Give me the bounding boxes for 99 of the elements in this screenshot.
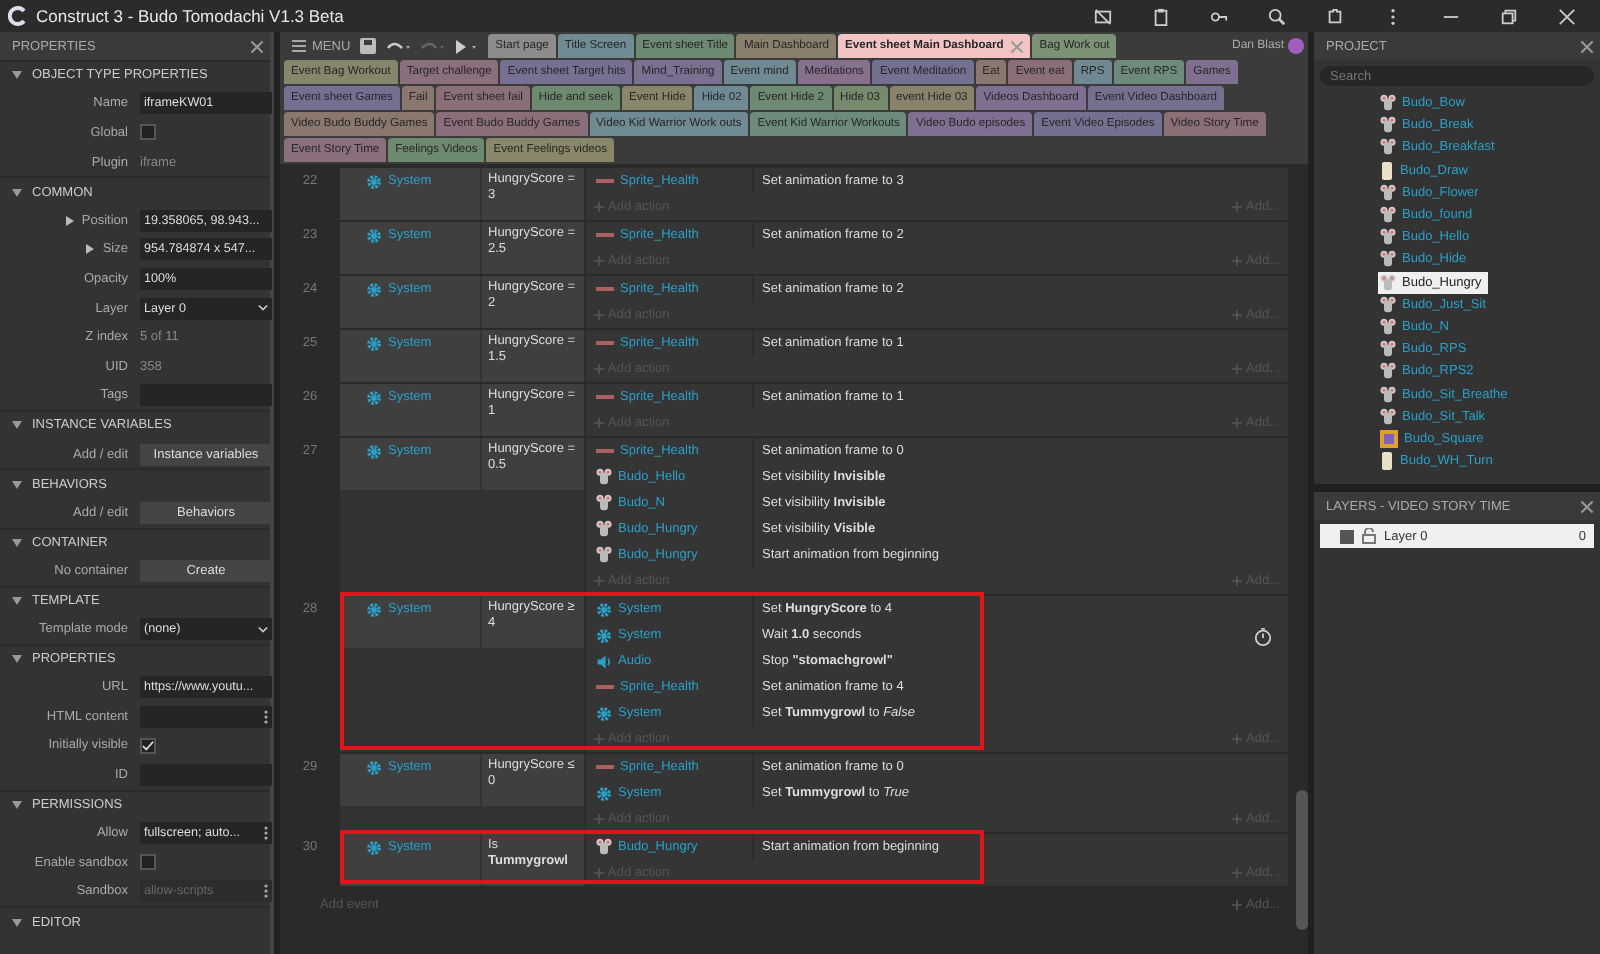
key-icon[interactable] [1210,7,1228,25]
plus-icon [594,576,604,586]
gear-icon [366,602,382,618]
gear-icon [366,336,382,352]
plus-icon [1232,576,1243,586]
figure-sprite-icon [1380,452,1394,471]
gear-icon [366,174,382,190]
line-sprite-icon [596,232,614,238]
line-sprite-icon [596,286,614,292]
mouse-sprite-icon [1380,295,1396,314]
plus-icon [594,418,604,428]
line-sprite-icon [596,394,614,400]
plus-icon [1232,364,1243,374]
gear-icon [596,785,612,801]
mouse-sprite-icon [1380,228,1396,247]
gear-icon [366,390,382,406]
plus-icon [1232,814,1243,824]
property-input[interactable] [140,384,272,407]
scrollbar-thumb[interactable] [1296,790,1308,930]
gear-icon [366,840,382,856]
mouse-sprite-icon [596,468,612,486]
mouse-sprite-icon [1380,407,1396,426]
mouse-sprite-icon [1380,94,1396,113]
lock-icon[interactable] [1362,528,1376,544]
plus-icon [594,202,604,212]
mouse-sprite-icon [1380,138,1396,157]
property-input[interactable] [140,705,272,728]
plus-icon [594,310,604,320]
property-input[interactable] [140,764,272,787]
plus-icon [594,868,604,878]
figure-sprite-icon [1380,161,1394,180]
gear-icon [366,228,382,244]
line-sprite-icon [596,448,614,454]
visibility-checkbox[interactable] [1340,529,1354,543]
mouse-sprite-icon [1380,206,1396,225]
menu-icon [292,40,306,52]
close-icon[interactable] [1580,39,1594,53]
property-checkbox[interactable] [140,737,156,754]
plus-icon [1232,900,1243,910]
undo-icon[interactable] [386,39,411,53]
mouse-sprite-icon [1380,250,1396,269]
plus-icon [594,256,604,266]
save-icon[interactable] [360,38,377,54]
collapse-triangle-icon[interactable] [12,70,22,81]
clipboard-icon[interactable] [1152,7,1170,25]
play-icon[interactable] [454,39,479,53]
property-checkbox[interactable] [140,854,156,871]
collapse-triangle-icon[interactable] [12,917,22,928]
collapse-triangle-icon[interactable] [12,479,22,490]
plus-icon [1232,734,1243,744]
mouse-sprite-icon [1380,385,1396,404]
mouse-sprite-icon [1380,116,1396,135]
property-checkbox[interactable] [140,124,156,141]
mouse-sprite-icon [1380,340,1396,359]
plus-icon [1232,310,1243,320]
collapse-triangle-icon[interactable] [12,420,22,431]
plus-icon [594,364,604,374]
collapse-triangle-icon[interactable] [12,187,22,198]
line-sprite-icon [596,764,614,770]
collapse-triangle-icon[interactable] [12,595,22,606]
search-icon[interactable] [1268,7,1286,25]
plus-icon [1232,418,1243,428]
line-sprite-icon [596,684,614,690]
plus-icon [594,814,604,824]
line-sprite-icon [596,340,614,346]
chevron-down-icon [258,304,268,313]
gear-icon [366,760,382,776]
plus-icon [1232,256,1243,266]
chevron-down-icon [258,625,268,634]
expand-triangle-icon[interactable] [86,244,95,255]
mouse-sprite-icon [596,838,612,856]
mouse-sprite-icon [1380,317,1396,336]
app-logo-icon [8,6,28,26]
square-sprite-icon [1380,429,1398,448]
screen-off-icon[interactable] [1094,7,1112,25]
mouse-sprite-icon [1380,273,1396,292]
collapse-triangle-icon[interactable] [12,537,22,548]
gear-icon [596,705,612,721]
close-icon[interactable] [1580,499,1594,513]
mouse-sprite-icon [596,494,612,512]
mouse-sprite-icon [1380,183,1396,202]
close-icon[interactable] [250,39,264,53]
plus-icon [594,734,604,744]
speaker-icon [596,653,612,669]
line-sprite-icon [596,178,614,184]
mouse-sprite-icon [1380,362,1396,381]
restore-icon[interactable] [1500,7,1518,25]
collapse-triangle-icon[interactable] [12,654,22,665]
mouse-sprite-icon [596,520,612,538]
collapse-triangle-icon[interactable] [12,800,22,811]
mouse-sprite-icon [596,546,612,564]
gear-icon [366,282,382,298]
close-icon[interactable] [1558,7,1576,25]
window-title: Construct 3 - Budo Tomodachi V1.3 Beta [36,6,344,26]
expand-triangle-icon[interactable] [65,215,74,226]
user-avatar[interactable] [1288,38,1304,54]
plus-icon [1232,202,1243,212]
plus-icon [1232,868,1243,878]
gear-icon [366,444,382,460]
